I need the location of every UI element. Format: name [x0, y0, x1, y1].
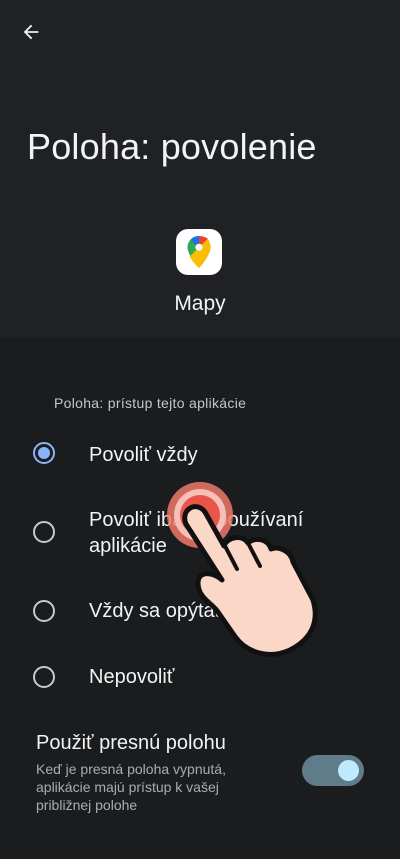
app-name: Mapy — [174, 292, 226, 315]
precise-location-title: Použiť presnú polohu — [36, 732, 226, 754]
section-label: Poloha: prístup tejto aplikácie — [54, 395, 247, 411]
radio-button[interactable] — [33, 666, 55, 688]
option-label: Nepovoliť — [89, 666, 175, 688]
option-allow-while-using[interactable]: Povoliť iba pri používaní aplikácie — [0, 500, 400, 564]
radio-button-selected[interactable] — [33, 442, 55, 464]
radio-button[interactable] — [33, 521, 55, 543]
google-maps-icon — [187, 236, 211, 268]
option-deny[interactable]: Nepovoliť — [0, 653, 400, 703]
option-label: Povoliť iba pri používaní aplikácie — [89, 509, 304, 557]
back-button[interactable] — [14, 16, 48, 48]
option-label: Povoliť vždy — [89, 444, 198, 466]
toggle-knob — [338, 760, 359, 781]
app-icon — [176, 229, 222, 275]
option-label: Vždy sa opýtať — [89, 600, 223, 622]
option-ask-every-time[interactable]: Vždy sa opýtať — [0, 586, 400, 636]
option-allow-always[interactable]: Povoliť vždy — [0, 430, 400, 480]
radio-button[interactable] — [33, 600, 55, 622]
arrow-back-icon — [23, 24, 39, 40]
precise-location-description: Keď je presná poloha vypnutá, aplikácie … — [36, 761, 226, 813]
precise-location-toggle[interactable] — [302, 755, 364, 786]
page-title: Poloha: povolenie — [27, 126, 317, 167]
header-area — [0, 0, 400, 337]
